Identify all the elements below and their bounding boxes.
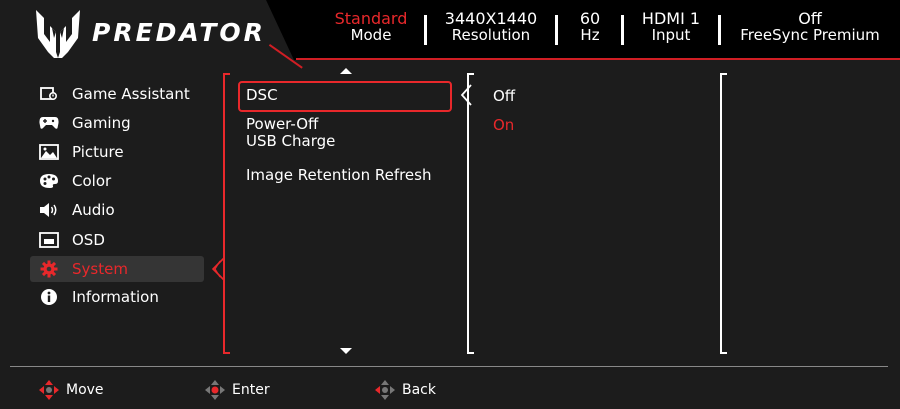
value-off[interactable]: Off bbox=[493, 87, 515, 105]
menu-item-osd[interactable]: OSD bbox=[30, 227, 204, 253]
joystick-enter-icon bbox=[205, 380, 225, 400]
joystick-back-icon bbox=[375, 380, 395, 400]
submenu-bracket bbox=[720, 73, 727, 354]
mode-value: Standard bbox=[334, 9, 408, 28]
value-on[interactable]: On bbox=[493, 116, 514, 134]
brand-name: PREDATOR bbox=[92, 18, 266, 47]
menu-item-gaming[interactable]: Gaming bbox=[30, 110, 204, 136]
hint-enter: Enter bbox=[204, 379, 270, 401]
option-usb-charge-label: USB Charge bbox=[246, 132, 336, 150]
freesync-label: FreeSync Premium bbox=[740, 26, 880, 44]
menu-item-label: Picture bbox=[72, 143, 124, 161]
hint-back-label: Back bbox=[402, 382, 436, 398]
gamepad-icon bbox=[38, 114, 60, 132]
header-separator bbox=[555, 15, 558, 45]
game-assistant-icon bbox=[38, 85, 60, 103]
mode-status: Standard Mode bbox=[330, 10, 412, 44]
gear-icon bbox=[38, 260, 60, 278]
menu-item-label: Information bbox=[72, 288, 159, 306]
menu-item-label: OSD bbox=[72, 231, 105, 249]
scroll-down-arrow-icon[interactable] bbox=[339, 347, 353, 355]
freesync-value: Off bbox=[798, 9, 822, 28]
menu-item-label: Gaming bbox=[72, 114, 131, 132]
option-image-retention-refresh[interactable]: Image Retention Refresh bbox=[246, 167, 432, 184]
menu-item-label: System bbox=[72, 260, 128, 278]
option-power-off-label: Power-Off bbox=[246, 115, 319, 133]
predator-logo-icon bbox=[36, 10, 80, 58]
menu-item-label: Game Assistant bbox=[72, 85, 190, 103]
resolution-value: 3440X1440 bbox=[444, 9, 538, 28]
resolution-label: Resolution bbox=[451, 26, 531, 44]
options-bracket bbox=[223, 73, 230, 354]
menu-item-picture[interactable]: Picture bbox=[30, 139, 204, 165]
hint-back: Back bbox=[374, 379, 436, 401]
info-icon bbox=[38, 288, 60, 306]
header-separator bbox=[621, 15, 624, 45]
input-status: HDMI 1 Input bbox=[630, 10, 712, 44]
joystick-move-icon bbox=[39, 380, 59, 400]
hint-move: Move bbox=[38, 379, 104, 401]
menu-item-game-assistant[interactable]: Game Assistant bbox=[30, 81, 204, 107]
input-label: Input bbox=[651, 26, 691, 44]
option-dsc[interactable]: DSC bbox=[246, 87, 278, 104]
scroll-up-arrow-icon[interactable] bbox=[339, 67, 353, 75]
menu-item-audio[interactable]: Audio bbox=[30, 197, 204, 223]
menu-item-color[interactable]: Color bbox=[30, 168, 204, 194]
refresh-value: 60 bbox=[579, 9, 601, 28]
values-bracket bbox=[467, 73, 474, 354]
menu-item-system[interactable]: System bbox=[30, 256, 204, 282]
footer-divider bbox=[10, 366, 888, 367]
input-value: HDMI 1 bbox=[641, 9, 701, 28]
speaker-icon bbox=[38, 201, 60, 219]
picture-icon bbox=[38, 143, 60, 161]
mode-label: Mode bbox=[350, 26, 392, 44]
hint-enter-label: Enter bbox=[232, 382, 270, 398]
refresh-label: Hz bbox=[580, 26, 600, 44]
header-separator bbox=[424, 15, 427, 45]
header-accent-line bbox=[296, 58, 900, 60]
palette-icon bbox=[38, 172, 60, 190]
menu-item-information[interactable]: Information bbox=[30, 284, 204, 310]
refresh-status: 60 Hz bbox=[566, 10, 614, 44]
freesync-status: Off FreeSync Premium bbox=[730, 10, 890, 44]
osd-icon bbox=[38, 231, 60, 249]
hint-move-label: Move bbox=[66, 382, 104, 398]
resolution-status: 3440X1440 Resolution bbox=[434, 10, 548, 44]
header-separator bbox=[718, 15, 721, 45]
menu-item-label: Audio bbox=[72, 201, 115, 219]
option-power-off-usb-charge[interactable]: Power-Off USB Charge bbox=[246, 116, 335, 150]
value-chevron-left-icon bbox=[460, 84, 472, 106]
menu-item-label: Color bbox=[72, 172, 112, 190]
